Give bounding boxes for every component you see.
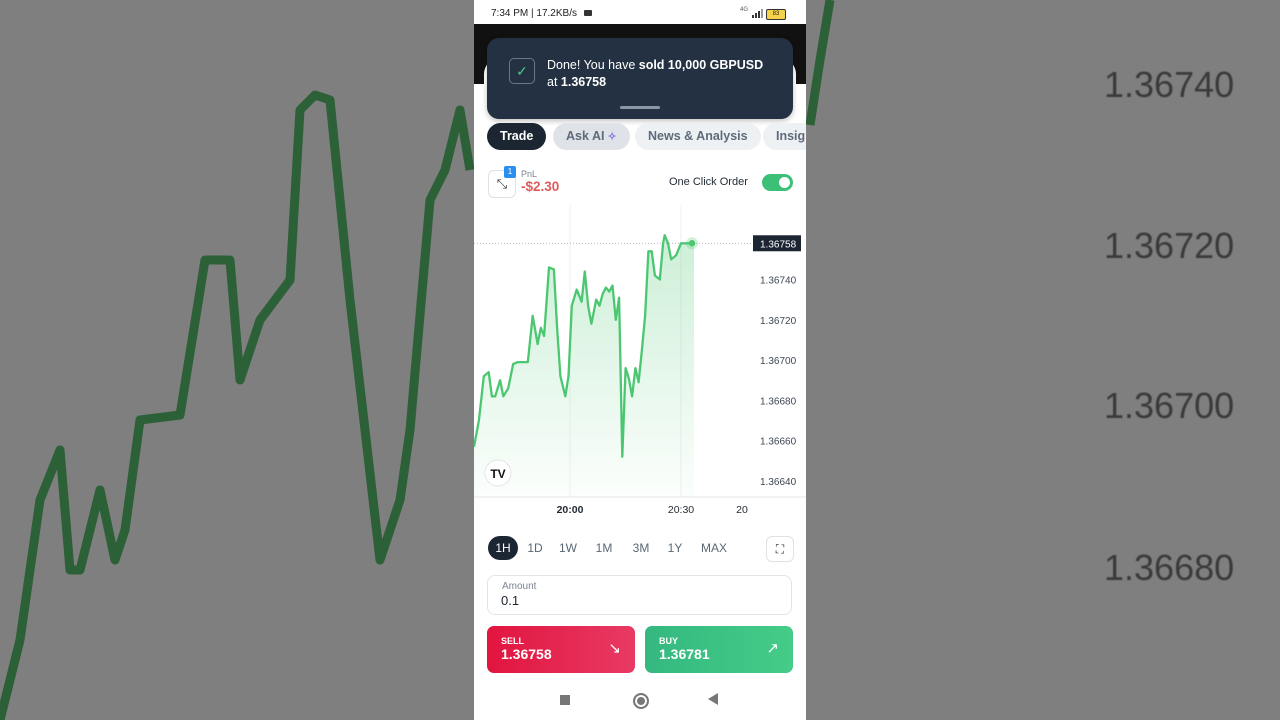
timeframe-1d[interactable]: 1D <box>523 536 547 560</box>
toggle-knob <box>779 177 790 188</box>
y-tick-label: 1.36700 <box>760 356 797 367</box>
tab-news-analysis[interactable]: News & Analysis <box>635 123 761 150</box>
timeframe-selector: 1H 1D 1W 1M 3M 1Y MAX <box>487 536 797 560</box>
timeframe-1w[interactable]: 1W <box>555 536 581 560</box>
android-nav-bar <box>474 682 806 720</box>
order-confirmation-toast[interactable]: ✓ Done! You have sold 10,000 GBPUSD at 1… <box>487 38 793 119</box>
tab-bar: Trade Ask AI ✧ News & Analysis Insig <box>487 123 806 151</box>
video-record-icon <box>584 10 592 16</box>
one-click-order-toggle[interactable] <box>762 174 793 191</box>
tab-insights[interactable]: Insig <box>763 123 806 150</box>
signal-icon <box>752 9 763 18</box>
y-tick-label: 1.36720 <box>760 316 797 327</box>
back-icon[interactable] <box>708 693 718 705</box>
toast-drag-handle[interactable] <box>620 106 660 109</box>
price-chart[interactable]: 1.36740 1.36720 1.36700 1.36680 1.36660 1.366… <box>474 205 806 530</box>
background-price-label: 1.36700 <box>1104 385 1235 426</box>
current-price-label: 1.36758 <box>760 239 797 250</box>
tab-trade[interactable]: Trade <box>487 123 547 150</box>
home-icon[interactable] <box>633 693 649 709</box>
toast-message: Done! You have sold 10,000 GBPUSD at 1.3… <box>547 58 764 89</box>
background-price-label: 1.36680 <box>1104 547 1235 588</box>
current-price-dot <box>688 240 696 247</box>
network-type: 4G <box>740 7 749 13</box>
x-tick-label: 20:30 <box>668 504 694 516</box>
y-tick-label: 1.36660 <box>760 437 797 448</box>
tab-ask-ai[interactable]: Ask AI ✧ <box>553 123 630 150</box>
background-price-label: 1.36720 <box>1104 225 1235 266</box>
fullscreen-button[interactable]: ⛶ <box>766 536 794 562</box>
x-tick-label: 20 <box>736 504 748 516</box>
sparkle-icon: ✧ <box>607 131 617 143</box>
amount-label: Amount <box>502 581 537 592</box>
amount-field[interactable]: Amount <box>487 575 792 615</box>
y-tick-label: 1.36640 <box>760 477 797 488</box>
buy-price: 1.36781 <box>659 646 710 662</box>
buy-label: BUY <box>659 636 679 646</box>
timeframe-max[interactable]: MAX <box>697 536 731 560</box>
y-tick-label: 1.36740 <box>760 276 797 287</box>
arrow-up-right-icon: ↗ <box>766 640 779 657</box>
x-tick-label: 20:00 <box>557 504 584 516</box>
pnl-label: PnL <box>521 169 538 179</box>
one-click-order-label: One Click Order <box>669 176 748 188</box>
swap-arrows-icon: ⤡ <box>496 176 508 191</box>
timeframe-1h[interactable]: 1H <box>488 536 518 560</box>
sell-button[interactable]: SELL 1.36758 ↘ <box>487 626 635 673</box>
checkmark-icon: ✓ <box>509 58 535 84</box>
tradingview-logo-icon: TV <box>490 467 505 481</box>
expand-icon: ⛶ <box>775 542 785 556</box>
timeframe-3m[interactable]: 3M <box>627 536 655 560</box>
status-time: 7:34 PM | 17.2KB/s <box>491 8 577 19</box>
arrow-down-right-icon: ↘ <box>608 640 621 657</box>
sell-price: 1.36758 <box>501 646 552 662</box>
recents-icon[interactable] <box>560 695 570 705</box>
phone-screen: 7:34 PM | 17.2KB/s 4G 83 ✓ Done! You hav… <box>474 0 806 720</box>
sell-label: SELL <box>501 636 525 646</box>
positions-count-badge: 1 <box>504 166 516 178</box>
y-tick-label: 1.36680 <box>760 396 797 407</box>
background-price-label: 1.36740 <box>1104 64 1235 105</box>
amount-input[interactable] <box>501 593 701 608</box>
buy-button[interactable]: BUY 1.36781 ↗ <box>645 626 793 673</box>
status-bar: 7:34 PM | 17.2KB/s 4G 83 <box>474 0 806 26</box>
battery-icon: 83 <box>766 9 786 20</box>
timeframe-1y[interactable]: 1Y <box>663 536 687 560</box>
pnl-value: -$2.30 <box>521 179 560 194</box>
timeframe-1m[interactable]: 1M <box>591 536 617 560</box>
